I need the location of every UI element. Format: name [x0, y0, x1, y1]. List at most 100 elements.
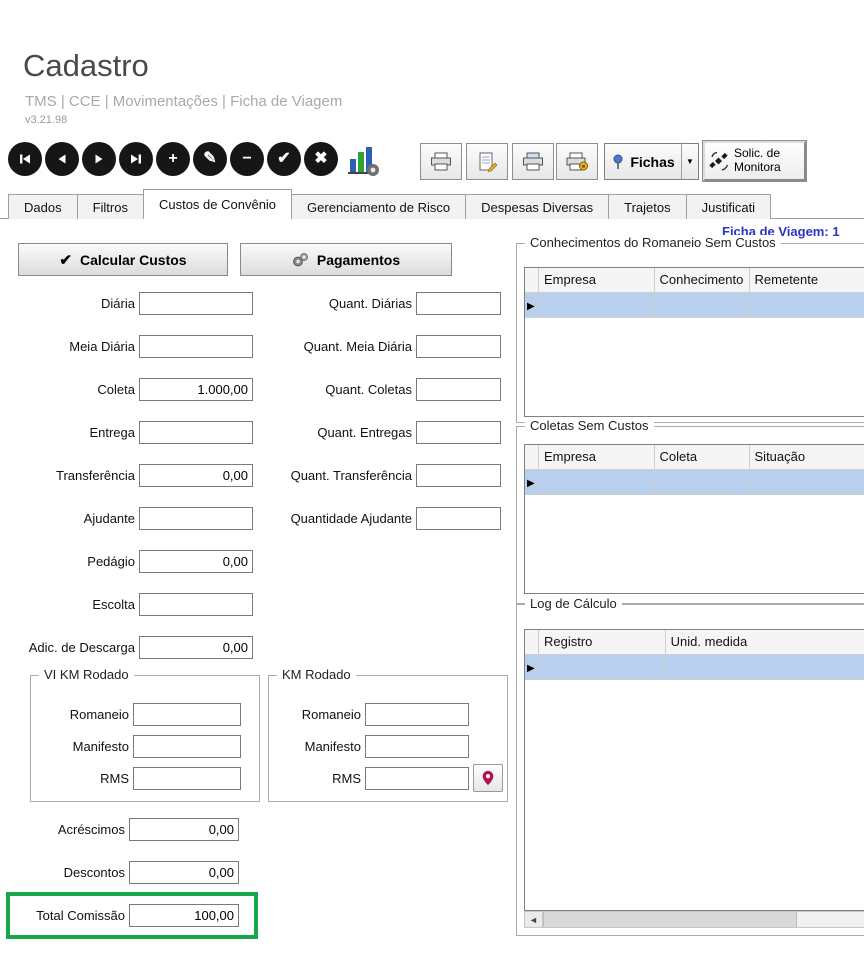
coleta-input[interactable] [139, 378, 253, 401]
quant-transferencia-input[interactable] [416, 464, 501, 487]
tab-trajetos[interactable]: Trajetos [608, 194, 686, 219]
version-label: v3.21.98 [25, 114, 67, 126]
tab-gerenciamento-de-risco[interactable]: Gerenciamento de Risco [291, 194, 466, 219]
chart-settings-button[interactable] [344, 142, 382, 180]
grid-indicator-header [525, 268, 539, 293]
transferencia-input[interactable] [139, 464, 253, 487]
calcular-custos-button[interactable]: ✔ Calcular Custos [18, 243, 228, 276]
acrescimos-input[interactable] [129, 818, 239, 841]
nav-last-button[interactable] [119, 142, 153, 176]
transferencia-label: Transferência [0, 468, 135, 483]
escolta-input[interactable] [139, 593, 253, 616]
chevron-down-icon: ▼ [686, 157, 694, 166]
cell-situacao [750, 470, 864, 495]
ajudante-input[interactable] [139, 507, 253, 530]
confirm-button[interactable]: ✔ [267, 142, 301, 176]
column-header-empresa[interactable]: Empresa [539, 268, 655, 293]
grid-selected-row[interactable]: ▶ [525, 293, 864, 318]
cell-empresa [539, 293, 655, 318]
tab-custos-de-convenio[interactable]: Custos de Convênio [143, 189, 292, 219]
satellite-icon [709, 151, 729, 171]
edit-record-button[interactable]: ✎ [193, 142, 227, 176]
row-indicator: ▶ [525, 655, 539, 680]
print-button[interactable] [420, 143, 462, 180]
column-header-coleta[interactable]: Coleta [655, 445, 750, 470]
meia-diaria-input[interactable] [139, 335, 253, 358]
ficha-number: 1 [832, 224, 839, 239]
pagamentos-button[interactable]: Pagamentos [240, 243, 452, 276]
adic-descarga-label: Adic. de Descarga [0, 640, 135, 655]
page-title: Cadastro [23, 48, 149, 84]
tab-dados[interactable]: Dados [8, 194, 78, 219]
entrega-input[interactable] [139, 421, 253, 444]
diaria-input[interactable] [139, 292, 253, 315]
column-header-unid-medida[interactable]: Unid. medida [666, 630, 864, 655]
printer-icon [429, 152, 453, 172]
vi-romaneio-label: Romaneio [35, 707, 129, 722]
pedagio-input[interactable] [139, 550, 253, 573]
descontos-input[interactable] [129, 861, 239, 884]
nav-first-button[interactable] [8, 142, 42, 176]
fichas-button[interactable]: Fichas [604, 143, 682, 180]
conhecimentos-grid[interactable]: Empresa Conhecimento Remetente ▶ [524, 267, 864, 417]
breadcrumb: TMS | CCE | Movimentações | Ficha de Via… [25, 93, 342, 110]
grid-selected-row[interactable]: ▶ [525, 470, 864, 495]
cancel-icon: ✖ [314, 151, 327, 167]
scroll-left-icon: ◄ [529, 915, 538, 925]
quant-entregas-label: Quant. Entregas [255, 425, 412, 440]
export-document-button[interactable] [466, 143, 508, 180]
km-manifesto-input[interactable] [365, 735, 469, 758]
quant-entregas-input[interactable] [416, 421, 501, 444]
map-pin-icon [480, 769, 496, 787]
scrollbar-thumb[interactable] [543, 912, 797, 927]
tab-justificativas[interactable]: Justificati [686, 194, 771, 219]
quant-diarias-input[interactable] [416, 292, 501, 315]
group-log-de-calculo: Log de Cálculo Registro Unid. medida ▶ ◄ [516, 604, 864, 936]
log-grid-horizontal-scrollbar[interactable]: ◄ [524, 911, 864, 928]
solic-monitora-button[interactable]: Solic. de Monitora [703, 141, 806, 181]
vi-rms-input[interactable] [133, 767, 241, 790]
quant-diarias-label: Quant. Diárias [255, 296, 412, 311]
total-comissao-input[interactable] [129, 904, 239, 927]
column-header-situacao[interactable]: Situação [750, 445, 864, 470]
map-pin-button[interactable] [473, 764, 503, 792]
grid-selected-row[interactable]: ▶ [525, 655, 864, 680]
column-header-empresa[interactable]: Empresa [539, 445, 655, 470]
km-romaneio-input[interactable] [365, 703, 469, 726]
fichas-dropdown-button[interactable]: ▼ [681, 143, 699, 180]
km-rms-input[interactable] [365, 767, 469, 790]
nav-next-button[interactable] [82, 142, 116, 176]
quant-meia-diaria-input[interactable] [416, 335, 501, 358]
cell-registro [539, 655, 666, 680]
grid-indicator-header [525, 445, 539, 470]
group-conhecimentos-sem-custos: Conhecimentos do Romaneio Sem Custos Emp… [516, 243, 864, 423]
coletas-grid[interactable]: Empresa Coleta Situação ▶ [524, 444, 864, 594]
row-arrow-icon: ▶ [527, 663, 535, 674]
vi-romaneio-input[interactable] [133, 703, 241, 726]
vi-manifesto-input[interactable] [133, 735, 241, 758]
column-header-remetente[interactable]: Remetente [750, 268, 864, 293]
adic-descarga-input[interactable] [139, 636, 253, 659]
column-header-registro[interactable]: Registro [539, 630, 666, 655]
scroll-left-arrow[interactable]: ◄ [525, 912, 543, 927]
log-grid[interactable]: Registro Unid. medida ▶ [524, 629, 864, 911]
quantidade-ajudante-input[interactable] [416, 507, 501, 530]
cell-coleta [655, 470, 750, 495]
delete-record-button[interactable]: − [230, 142, 264, 176]
column-header-conhecimento[interactable]: Conhecimento [655, 268, 750, 293]
tab-despesas-diversas[interactable]: Despesas Diversas [465, 194, 609, 219]
row-indicator: ▶ [525, 470, 539, 495]
nav-prev-button[interactable] [45, 142, 79, 176]
first-record-icon [17, 151, 33, 167]
quant-coletas-label: Quant. Coletas [255, 382, 412, 397]
tab-filtros[interactable]: Filtros [77, 194, 144, 219]
group-km-title: KM Rodado [277, 667, 356, 682]
grid-header-row: Empresa Coleta Situação [525, 445, 864, 470]
add-record-button[interactable]: + [156, 142, 190, 176]
acrescimos-label: Acréscimos [0, 822, 125, 837]
total-comissao-label: Total Comissão [0, 908, 125, 923]
quant-coletas-input[interactable] [416, 378, 501, 401]
cancel-button[interactable]: ✖ [304, 142, 338, 176]
print-secure-button[interactable] [556, 143, 598, 180]
print-report-button[interactable] [512, 143, 554, 180]
